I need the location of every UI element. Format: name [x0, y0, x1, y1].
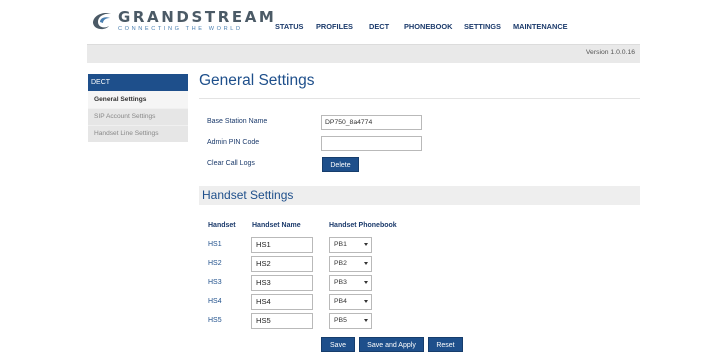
handset-phonebook-select[interactable]: PB5 [329, 313, 372, 329]
chevron-down-icon [364, 300, 368, 303]
sidebar-item-general-settings[interactable]: General Settings [88, 91, 188, 108]
version-bar: Version 1.0.0.16 [87, 44, 640, 63]
nav-profiles[interactable]: PROFILES [316, 22, 353, 31]
handset-settings-title: Handset Settings [202, 188, 294, 202]
grandstream-logo[interactable]: GRANDSTREAM CONNECTING THE WORLD [90, 8, 274, 35]
clear-call-logs-label: Clear Call Logs [207, 160, 255, 167]
column-header-handset: Handset [208, 222, 236, 229]
chevron-down-icon [364, 243, 368, 246]
page-title: General Settings [199, 72, 315, 89]
nav-dect[interactable]: DECT [369, 22, 389, 31]
sidebar-item-sip-account-settings[interactable]: SIP Account Settings [88, 108, 188, 125]
chevron-down-icon [364, 319, 368, 322]
handset-name-input[interactable]: HS1 [251, 237, 313, 253]
phonebook-value: PB2 [334, 260, 347, 267]
nav-phonebook[interactable]: PHONEBOOK [404, 22, 452, 31]
admin-pin-code-label: Admin PIN Code [207, 139, 260, 146]
handset-phonebook-select[interactable]: PB4 [329, 294, 372, 310]
header: GRANDSTREAM CONNECTING THE WORLD STATUS … [0, 0, 727, 44]
nav-status[interactable]: STATUS [275, 22, 303, 31]
column-header-handset-name: Handset Name [252, 222, 301, 229]
handset-id: HS1 [208, 241, 222, 248]
handset-id: HS4 [208, 298, 222, 305]
handset-id: HS2 [208, 260, 222, 267]
save-button[interactable]: Save [321, 337, 355, 352]
sidebar-item-handset-line-settings[interactable]: Handset Line Settings [88, 125, 188, 142]
phonebook-value: PB5 [334, 317, 347, 324]
chevron-down-icon [364, 262, 368, 265]
phonebook-value: PB4 [334, 298, 347, 305]
base-station-name-input[interactable]: DP750_8a4774 [321, 115, 422, 130]
base-station-name-label: Base Station Name [207, 118, 268, 125]
save-and-apply-button[interactable]: Save and Apply [359, 337, 424, 352]
handset-name-input[interactable]: HS4 [251, 294, 313, 310]
nav-maintenance[interactable]: MAINTENANCE [513, 22, 568, 31]
phonebook-value: PB3 [334, 279, 347, 286]
brand-tagline: CONNECTING THE WORLD [118, 26, 243, 32]
sidebar: DECT General Settings SIP Account Settin… [88, 74, 188, 142]
brand-name: GRANDSTREAM [118, 8, 277, 26]
column-header-handset-phonebook: Handset Phonebook [329, 222, 397, 229]
handset-name-input[interactable]: HS3 [251, 275, 313, 291]
title-divider [199, 98, 640, 99]
sidebar-heading: DECT [88, 74, 188, 91]
handset-phonebook-select[interactable]: PB1 [329, 237, 372, 253]
handset-id: HS3 [208, 279, 222, 286]
handset-phonebook-select[interactable]: PB2 [329, 256, 372, 272]
handset-phonebook-select[interactable]: PB3 [329, 275, 372, 291]
handset-name-input[interactable]: HS2 [251, 256, 313, 272]
delete-button[interactable]: Delete [322, 157, 359, 172]
version-text: Version 1.0.0.16 [585, 49, 635, 56]
handset-name-input[interactable]: HS5 [251, 313, 313, 329]
logo-swirl-icon [93, 13, 111, 30]
nav-settings[interactable]: SETTINGS [464, 22, 501, 31]
phonebook-value: PB1 [334, 241, 347, 248]
reset-button[interactable]: Reset [428, 337, 463, 352]
admin-pin-code-input[interactable] [321, 136, 422, 151]
handset-settings-section: Handset Settings [199, 186, 640, 205]
chevron-down-icon [364, 281, 368, 284]
handset-id: HS5 [208, 317, 222, 324]
